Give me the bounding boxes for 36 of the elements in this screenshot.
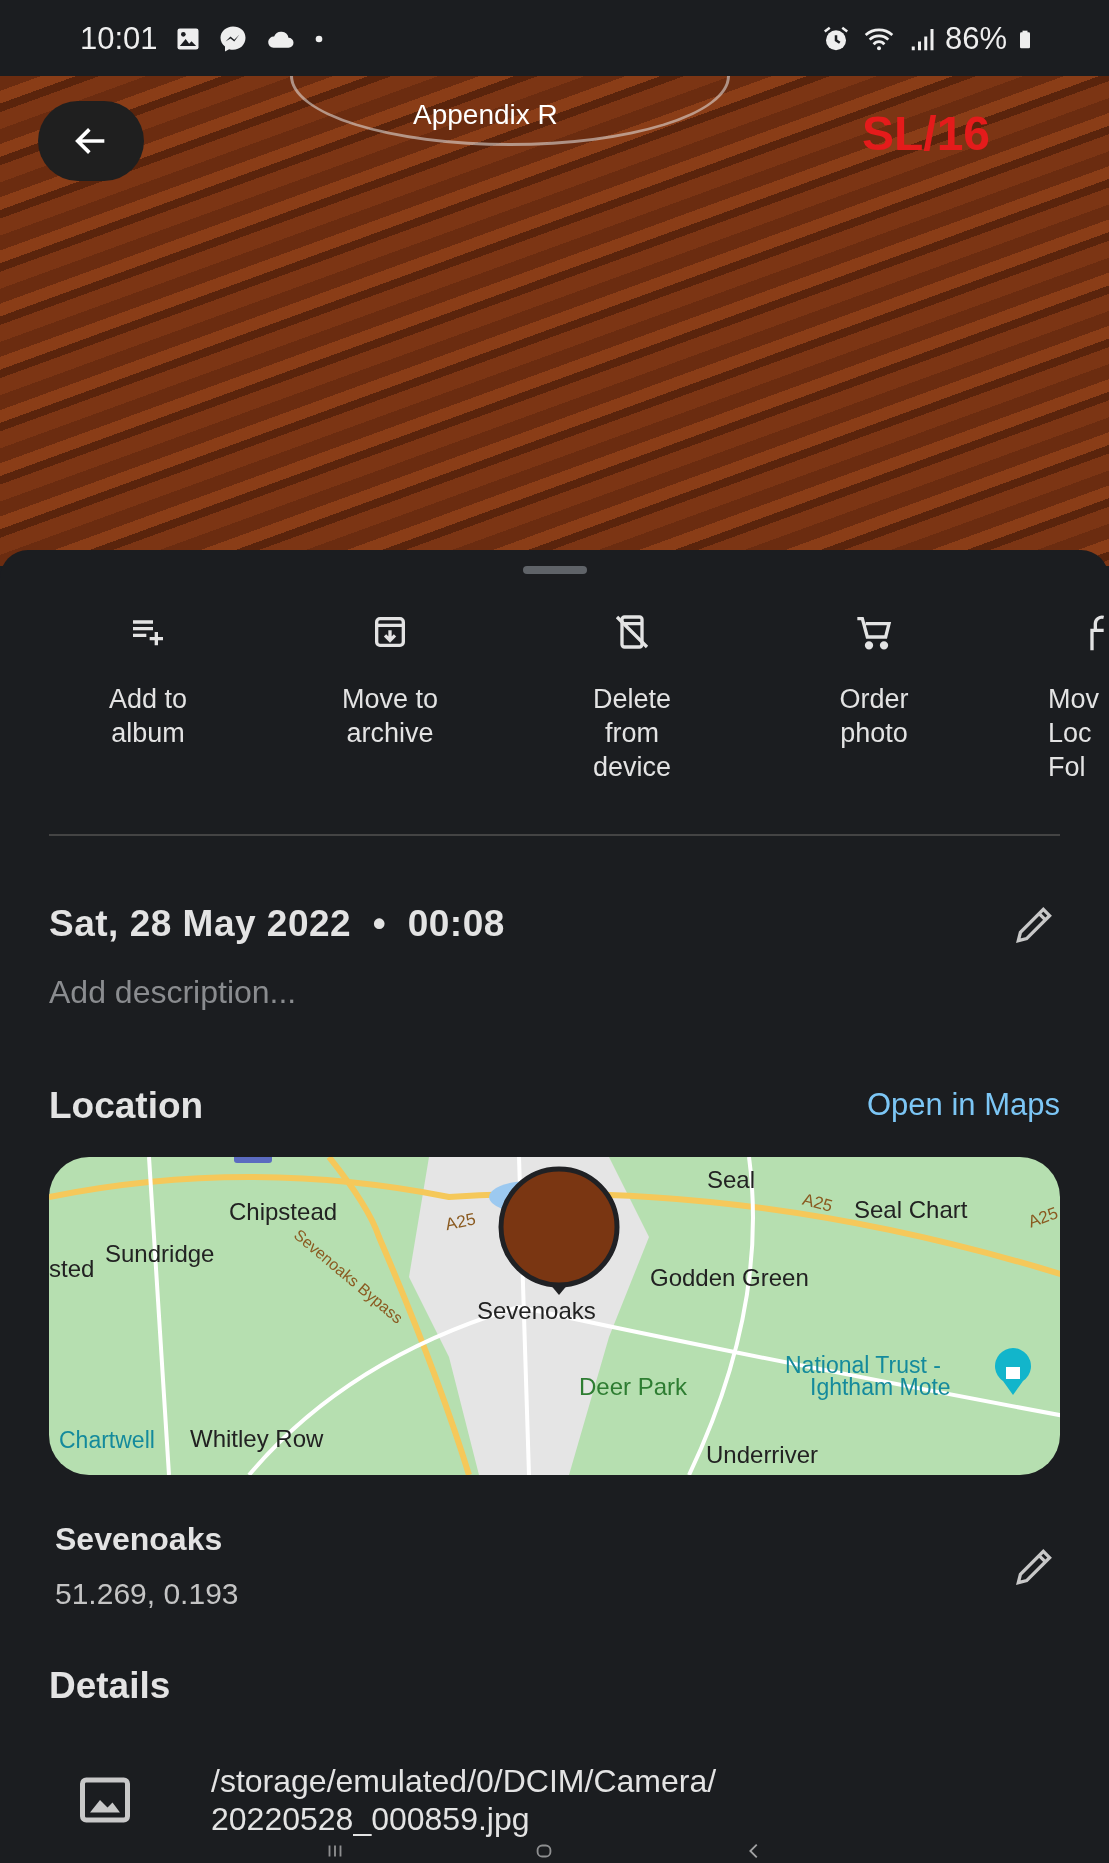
reference-label: SL/16 <box>862 106 991 162</box>
coordinates: 51.269, 0.193 <box>55 1576 239 1612</box>
castle-pin-icon <box>995 1348 1031 1395</box>
action-button[interactable]: Move to archive <box>269 612 511 750</box>
map-label: A25 <box>800 1189 835 1216</box>
back-button[interactable] <box>38 101 144 181</box>
map-label: Seal Chart <box>854 1196 968 1224</box>
map-label: Underriver <box>706 1441 819 1469</box>
map-label: Sevenoaks <box>477 1297 596 1325</box>
action-button[interactable]: Order photo <box>753 612 995 750</box>
map-label: Whitley Row <box>190 1425 324 1453</box>
drag-handle[interactable] <box>522 566 587 574</box>
map-label: Deer Park <box>579 1373 688 1401</box>
map-label: A25 <box>443 1209 478 1235</box>
file-path: /storage/emulated/0/DCIM/Camera/ 20220528_000859.jpg <box>211 1761 718 1838</box>
map-label: A25 <box>1025 1203 1060 1232</box>
photo-caption: Appendix R <box>413 98 558 132</box>
action-button[interactable]: Delete from device <box>511 612 753 784</box>
action-button[interactable]: Mov Loc Fol <box>995 612 1104 784</box>
clock-time: 10:01 <box>80 19 158 58</box>
map-label: Seal <box>707 1166 756 1194</box>
map-label: Sundridge <box>105 1240 215 1268</box>
date-time: Sat, 28 May 2022 • 00:08 <box>49 902 505 946</box>
map-label: Chipstead <box>229 1198 338 1226</box>
section-heading: Details <box>49 1664 172 1708</box>
section-heading: Location <box>49 1083 204 1128</box>
action-button[interactable]: Add to album <box>27 612 269 750</box>
map-label: Ightham Mote <box>810 1374 951 1401</box>
map-label: sted <box>49 1255 95 1283</box>
description-field[interactable]: Add description... <box>49 967 549 1016</box>
map-label: Godden Green <box>650 1264 809 1292</box>
place-name: Sevenoaks <box>55 1520 224 1559</box>
battery-percentage: 86% <box>944 19 1007 58</box>
open-in-maps-link[interactable]: Open in Maps <box>867 1082 1060 1129</box>
map-label: Chartwell <box>59 1427 155 1454</box>
dot-icon <box>313 34 324 44</box>
